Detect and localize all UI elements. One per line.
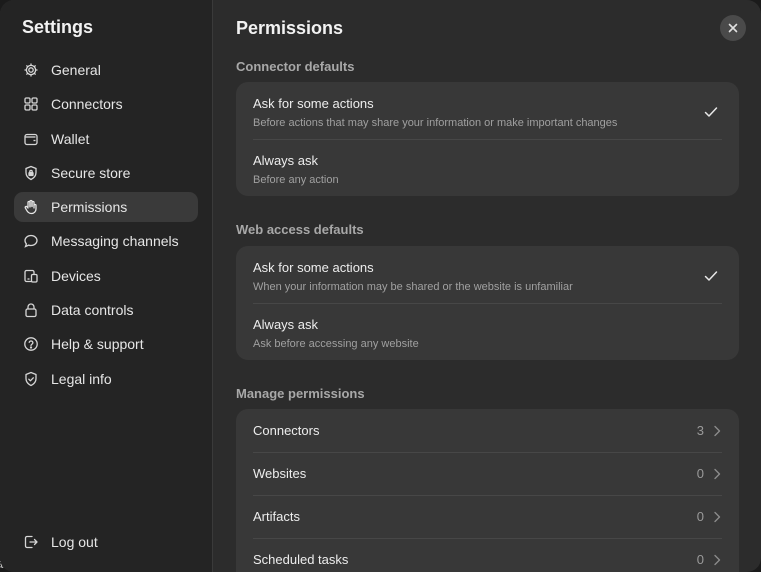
chevron-right-icon [714, 425, 721, 436]
web-access-defaults-heading: Web access defaults [236, 222, 364, 237]
shield-check-icon [23, 371, 39, 387]
sidebar-item-label: Connectors [51, 96, 123, 113]
main-panel: Permissions Connector defaults Ask for s… [213, 0, 761, 572]
row-label: Scheduled tasks [253, 552, 349, 567]
wallet-icon [23, 131, 39, 147]
sidebar-item-wallet[interactable]: Wallet [14, 124, 198, 154]
manage-permissions-heading: Manage permissions [236, 386, 365, 401]
lock-icon [23, 302, 39, 318]
logout-label: Log out [51, 534, 98, 550]
sidebar-item-label: Wallet [51, 130, 90, 147]
logout-button[interactable]: Log out [14, 527, 198, 557]
row-count: 3 [696, 423, 704, 438]
option-description: Ask before accessing any website [253, 338, 419, 350]
sidebar-item-label: Help & support [51, 336, 144, 353]
shield-lock-icon [23, 165, 39, 181]
manage-permissions-card: Connectors 3 Websites 0 Artifacts 0 Sche… [236, 409, 739, 572]
sidebar-item-label: Devices [51, 267, 101, 284]
row-count: 0 [696, 466, 704, 481]
sidebar-item-label: General [51, 62, 101, 78]
gear-icon [23, 62, 39, 78]
connector-defaults-heading: Connector defaults [236, 59, 355, 74]
sidebar-item-devices[interactable]: Devices [14, 261, 198, 291]
page-title: Permissions [236, 18, 344, 38]
sidebar-item-connectors[interactable]: Connectors [14, 89, 198, 119]
sidebar-item-label: Legal info [51, 370, 112, 387]
chevron-right-icon [714, 468, 721, 479]
sidebar-item-label: Secure store [51, 164, 131, 181]
row-label: Artifacts [253, 509, 300, 524]
sidebar-item-general[interactable]: General [14, 55, 198, 85]
sidebar-item-permissions[interactable]: Permissions [14, 192, 198, 223]
sidebar-item-legal-info[interactable]: Legal info [14, 364, 198, 394]
option-description: Before any action [253, 174, 339, 186]
web-access-defaults-card: Ask for some actions When your informati… [236, 246, 739, 360]
option-title: Always ask [253, 317, 319, 332]
connector-defaults-card: Ask for some actions Before actions that… [236, 82, 739, 196]
checkmark-icon [704, 107, 718, 117]
hand-icon [23, 199, 39, 215]
sidebar-item-label: Messaging channels [51, 233, 179, 250]
sidebar-item-label: Permissions [51, 199, 128, 216]
sidebar-nav: General Connectors Wallet Secure store P… [14, 55, 198, 398]
connector-option-ask-some[interactable]: Ask for some actions Before actions that… [236, 82, 739, 139]
sidebar-item-secure-store[interactable]: Secure store [14, 158, 198, 188]
web-option-always-ask[interactable]: Always ask Ask before accessing any webs… [236, 303, 739, 360]
manage-row-connectors[interactable]: Connectors 3 [236, 409, 739, 452]
row-count: 0 [696, 552, 704, 567]
option-description: Before actions that may share your infor… [253, 117, 618, 129]
sidebar-item-label: Data controls [51, 302, 134, 319]
close-button[interactable] [720, 15, 746, 41]
option-description: When your information may be shared or t… [253, 281, 573, 293]
chevron-right-icon [714, 554, 721, 565]
checkmark-icon [704, 271, 718, 281]
sidebar-item-data-controls[interactable]: Data controls [14, 295, 198, 325]
sidebar-item-messaging-channels[interactable]: Messaging channels [14, 226, 198, 256]
grid-icon [23, 96, 39, 112]
settings-dialog: Settings General Connectors Wallet Secur… [0, 0, 761, 572]
row-count: 0 [696, 509, 704, 524]
sidebar: Settings General Connectors Wallet Secur… [0, 0, 213, 572]
help-circle-icon [23, 336, 39, 352]
close-icon [728, 23, 738, 33]
sidebar-title: Settings [22, 17, 94, 37]
chevron-right-icon [714, 511, 721, 522]
logout-icon [23, 534, 39, 550]
manage-row-artifacts[interactable]: Artifacts 0 [236, 495, 739, 538]
option-title: Always ask [253, 153, 319, 168]
manage-row-websites[interactable]: Websites 0 [236, 452, 739, 495]
option-title: Ask for some actions [253, 260, 374, 275]
sidebar-item-help-support[interactable]: Help & support [14, 329, 198, 359]
web-option-ask-some[interactable]: Ask for some actions When your informati… [236, 246, 739, 303]
option-title: Ask for some actions [253, 96, 374, 111]
manage-row-scheduled-tasks[interactable]: Scheduled tasks 0 [236, 538, 739, 572]
chat-bubble-icon [23, 233, 39, 249]
devices-icon [23, 268, 39, 284]
connector-option-always-ask[interactable]: Always ask Before any action [236, 139, 739, 196]
row-label: Connectors [253, 423, 320, 438]
row-label: Websites [253, 466, 307, 481]
